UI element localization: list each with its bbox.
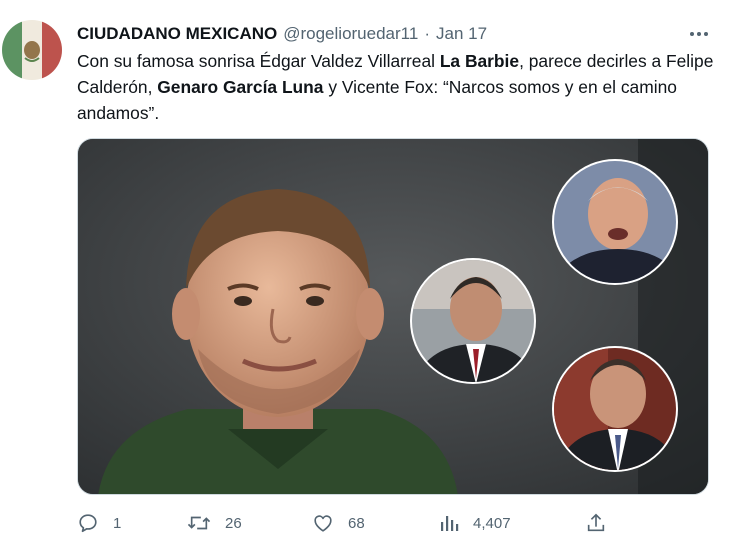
avatar[interactable] [2,20,62,80]
retweet-count: 26 [225,514,242,532]
share-icon [587,513,605,532]
author-display-name[interactable]: CIUDADANO MEXICANO [77,24,277,44]
tweet-media-image[interactable] [77,138,709,495]
author-handle[interactable]: @rogelioruedar11 [283,24,418,44]
collage-photo [78,139,708,494]
tweet-date[interactable]: Jan 17 [436,24,487,44]
tweet-actions: 1 26 68 4,407 [77,508,617,538]
more-horizontal-icon [690,32,708,36]
views-count: 4,407 [473,514,511,532]
tweet-text-bold: Genaro García Luna [157,77,324,97]
tweet-text-bold: La Barbie [439,51,520,71]
reply-icon [79,514,97,533]
tweet-text-part: Con su famosa sonrisa Édgar Valdez Villa… [77,51,440,71]
tweet-header: CIUDADANO MEXICANO @rogelioruedar11 · Ja… [77,22,487,46]
tweet-text: Con su famosa sonrisa Édgar Valdez Villa… [77,48,722,126]
header-separator: · [424,24,430,43]
more-button[interactable] [686,24,712,44]
like-count: 68 [348,514,365,532]
reply-button[interactable]: 1 [77,508,121,538]
retweet-icon [187,516,211,530]
views-button[interactable]: 4,407 [439,508,511,538]
tweet: CIUDADANO MEXICANO @rogelioruedar11 · Ja… [0,0,730,546]
heart-icon [314,515,332,532]
views-chart-icon [441,516,459,531]
share-button[interactable] [585,508,607,538]
like-button[interactable]: 68 [312,508,365,538]
retweet-button[interactable]: 26 [187,508,242,538]
mexican-flag-avatar-icon [2,20,62,80]
reply-count: 1 [113,514,122,532]
